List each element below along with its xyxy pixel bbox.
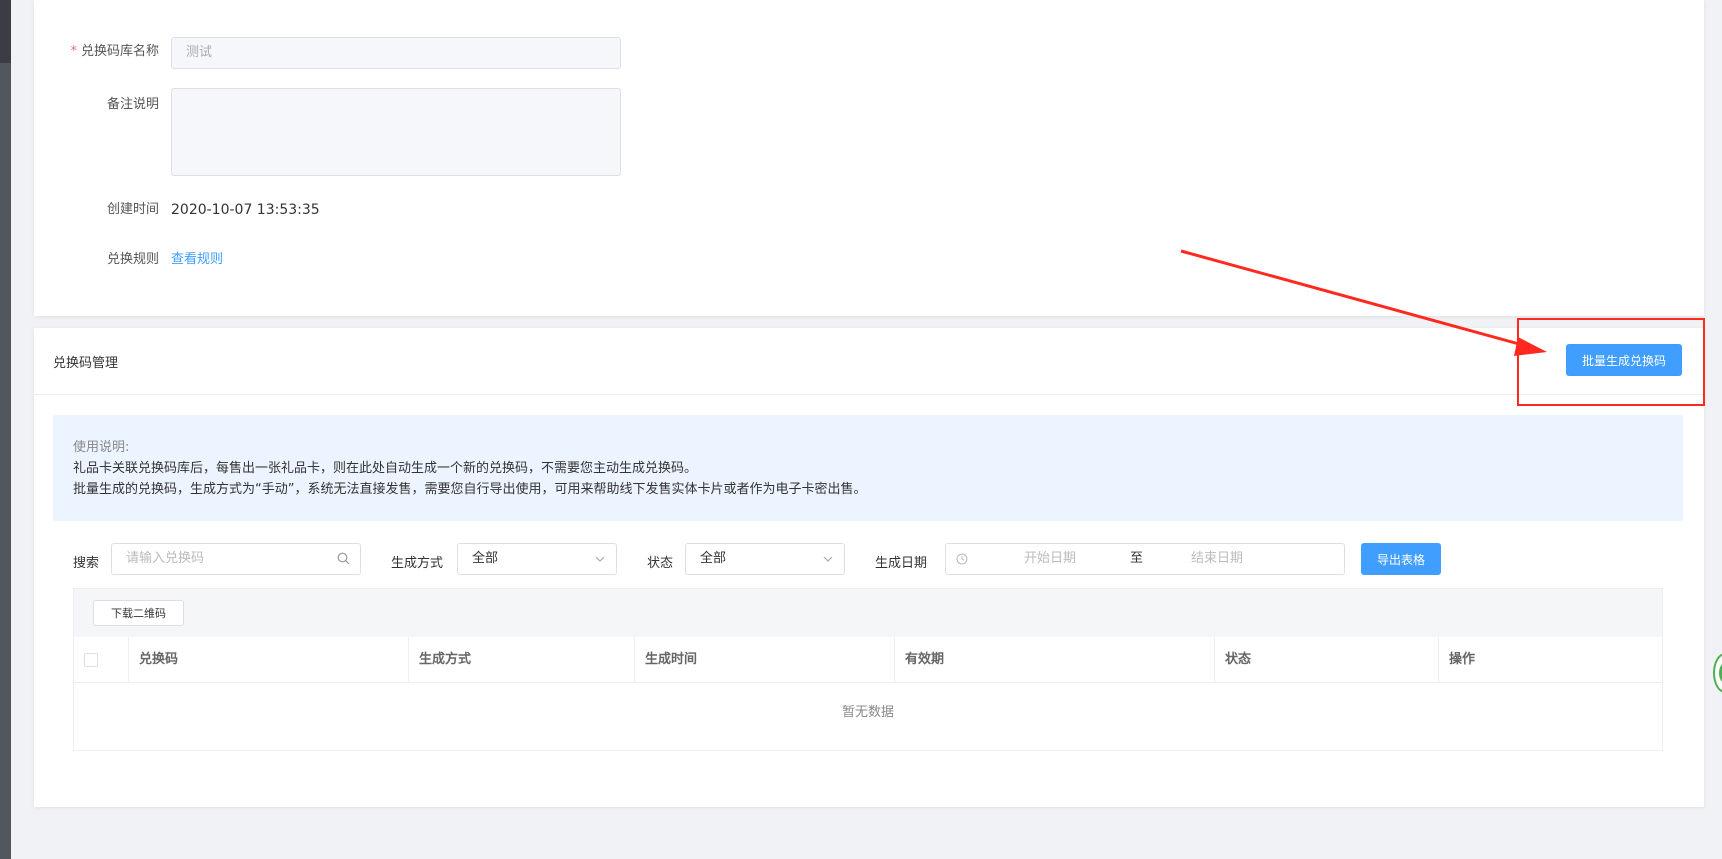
usage-notice: 使用说明: 礼品卡关联兑换码库后，每售出一张礼品卡，则在此处自动生成一个新的兑换… bbox=[53, 415, 1683, 521]
filter-bar: 搜索 请输入兑换码 生成方式 全部 状态 全部 生成日期 开始日期 至 结束日期… bbox=[34, 541, 1704, 581]
remark-row: 备注说明 bbox=[34, 88, 621, 176]
clock-icon bbox=[956, 544, 968, 574]
name-label-wrap: * 兑换码库名称 bbox=[34, 43, 171, 61]
table-empty-text: 暂无数据 bbox=[841, 705, 894, 720]
chevron-down-icon bbox=[822, 544, 834, 574]
start-date-input[interactable]: 开始日期 bbox=[1024, 544, 1076, 574]
section-title: 兑换码管理 bbox=[53, 356, 119, 371]
status-select[interactable]: 全部 bbox=[685, 543, 845, 575]
chevron-down-icon bbox=[594, 544, 606, 574]
rule-label: 兑换规则 bbox=[106, 252, 159, 267]
export-table-button[interactable]: 导出表格 bbox=[1361, 543, 1441, 575]
col-actions: 操作 bbox=[1449, 652, 1476, 667]
created-row: 创建时间 2020-10-07 13:53:35 bbox=[34, 201, 320, 219]
notice-line-2: 批量生成的兑换码，生成方式为“手动”，系统无法直接发售，需要您自行导出使用，可用… bbox=[73, 482, 867, 497]
info-card: * 兑换码库名称 测试 备注说明 创建时间 2020-10-07 13:53:35… bbox=[34, 0, 1704, 316]
rule-row: 兑换规则 查看规则 bbox=[34, 251, 223, 269]
date-range-picker[interactable]: 开始日期 至 结束日期 bbox=[945, 543, 1345, 575]
left-sidebar-rail-top bbox=[0, 0, 11, 63]
end-date-input[interactable]: 结束日期 bbox=[1191, 544, 1243, 574]
col-time: 生成时间 bbox=[635, 637, 895, 683]
col-status: 状态 bbox=[1215, 637, 1439, 683]
codes-table: 下载二维码 兑换码 生成方式 生成时间 有效期 状态 操作 暂无数据 bbox=[73, 588, 1663, 751]
select-all-cell bbox=[74, 637, 129, 683]
col-method: 生成方式 bbox=[409, 637, 635, 683]
select-all-checkbox[interactable] bbox=[84, 653, 98, 667]
remark-label: 备注说明 bbox=[106, 97, 159, 112]
code-management-card: 兑换码管理 批量生成兑换码 使用说明: 礼品卡关联兑换码库后，每售出一张礼品卡，… bbox=[34, 328, 1704, 807]
view-rule-link[interactable]: 查看规则 bbox=[171, 251, 223, 269]
created-value: 2020-10-07 13:53:35 bbox=[171, 202, 320, 218]
floating-helper-icon[interactable] bbox=[1713, 653, 1722, 693]
download-qrcode-button[interactable]: 下载二维码 bbox=[93, 600, 184, 626]
notice-line-1: 礼品卡关联兑换码库后，每售出一张礼品卡，则在此处自动生成一个新的兑换码，不需要您… bbox=[73, 461, 698, 476]
method-select[interactable]: 全部 bbox=[457, 543, 617, 575]
status-select-value: 全部 bbox=[700, 551, 727, 566]
method-label: 生成方式 bbox=[391, 556, 444, 571]
col-code: 兑换码 bbox=[129, 637, 409, 683]
date-label: 生成日期 bbox=[875, 556, 928, 571]
remark-textarea[interactable] bbox=[171, 88, 621, 176]
name-row: * 兑换码库名称 测试 bbox=[34, 37, 621, 69]
name-label: 兑换码库名称 bbox=[80, 44, 159, 59]
status-label: 状态 bbox=[647, 556, 674, 571]
search-input[interactable]: 请输入兑换码 bbox=[111, 543, 361, 575]
table-header: 兑换码 生成方式 生成时间 有效期 状态 操作 bbox=[74, 637, 1662, 683]
name-input[interactable]: 测试 bbox=[171, 37, 621, 69]
left-sidebar-rail bbox=[0, 0, 11, 859]
notice-title: 使用说明: bbox=[73, 440, 130, 455]
search-icon[interactable] bbox=[337, 544, 350, 574]
required-star: * bbox=[70, 44, 77, 59]
section-header: 兑换码管理 批量生成兑换码 bbox=[34, 328, 1704, 395]
table-toolbar: 下载二维码 bbox=[74, 589, 1662, 637]
search-placeholder: 请输入兑换码 bbox=[126, 551, 205, 566]
created-label: 创建时间 bbox=[106, 202, 159, 217]
search-label: 搜索 bbox=[73, 556, 100, 571]
method-select-value: 全部 bbox=[472, 551, 499, 566]
date-separator: 至 bbox=[1130, 551, 1144, 566]
col-validity: 有效期 bbox=[895, 637, 1215, 683]
batch-generate-button[interactable]: 批量生成兑换码 bbox=[1566, 344, 1682, 376]
